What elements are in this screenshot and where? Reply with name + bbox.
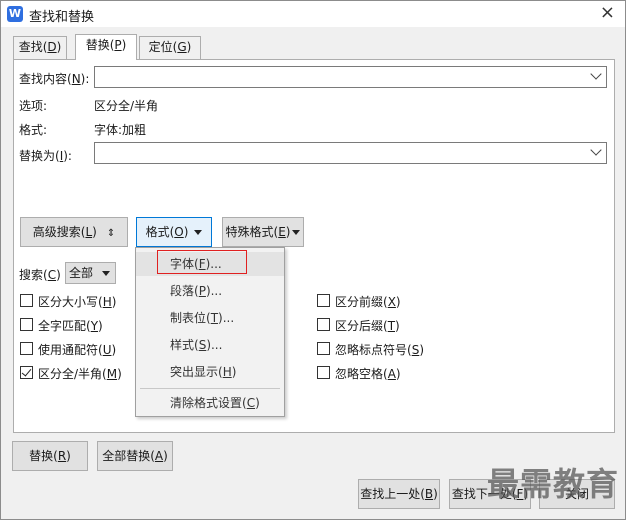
chevron-down-icon[interactable]	[590, 68, 602, 80]
replace-label: 替换为(I):	[19, 149, 72, 163]
ignore-punctuation-label: 忽略标点符号(S)	[335, 343, 424, 357]
replace-panel: 查找内容(N): 选项: 区分全/半角 格式: 字体:加粗 替换为(I): 高级…	[13, 59, 615, 433]
find-input[interactable]	[94, 66, 607, 88]
find-label: 查找内容(N):	[19, 72, 90, 86]
wildcards-checkbox[interactable]	[20, 342, 33, 355]
replace-all-button[interactable]: 全部替换(A)	[97, 441, 173, 471]
tab-goto[interactable]: 定位(G)	[139, 36, 201, 59]
dropdown-arrow-icon	[194, 230, 203, 235]
search-scope-value: 全部	[69, 266, 94, 280]
menu-separator	[140, 388, 280, 389]
menu-item-paragraph[interactable]: 段落(P)...	[136, 279, 284, 303]
options-value: 区分全/半角	[94, 99, 159, 113]
search-scope-label: 搜索(C)	[19, 268, 61, 282]
match-suffix-label: 区分后缀(T)	[335, 319, 400, 333]
advanced-search-button[interactable]: 高级搜索(L) ⇕	[20, 217, 128, 247]
format-menu: 字体(F)... 段落(P)... 制表位(T)... 样式(S)... 突出显…	[135, 247, 285, 417]
menu-item-clear-formatting[interactable]: 清除格式设置(C)	[136, 391, 284, 415]
highlight-box	[157, 250, 247, 274]
match-case-label: 区分大小写(H)	[38, 295, 117, 309]
ignore-punctuation-checkbox[interactable]	[317, 342, 330, 355]
close-icon[interactable]: ×	[600, 3, 615, 23]
width-sensitive-label: 区分全/半角(M)	[38, 367, 122, 381]
wildcards-label: 使用通配符(U)	[38, 343, 117, 357]
match-suffix-checkbox[interactable]	[317, 318, 330, 331]
dropdown-arrow-icon	[292, 230, 301, 235]
whole-word-checkbox[interactable]	[20, 318, 33, 331]
replace-input[interactable]	[94, 142, 607, 164]
menu-item-tabs[interactable]: 制表位(T)...	[136, 306, 284, 330]
format-label: 格式:	[19, 123, 48, 137]
dialog-title: 查找和替换	[29, 10, 95, 25]
wps-logo-icon: W	[7, 6, 23, 22]
chevron-down-icon[interactable]	[590, 144, 602, 156]
dropdown-arrow-icon	[102, 271, 110, 276]
format-button[interactable]: 格式(O)	[136, 217, 212, 247]
watermark: 最需教育	[486, 465, 619, 503]
ignore-whitespace-label: 忽略空格(A)	[335, 367, 401, 381]
menu-item-highlight[interactable]: 突出显示(H)	[136, 360, 284, 384]
search-scope-select[interactable]: 全部	[65, 262, 116, 284]
options-label: 选项:	[19, 99, 48, 113]
match-prefix-label: 区分前缀(X)	[335, 295, 401, 309]
collapse-arrows-icon: ⇕	[106, 228, 116, 239]
match-prefix-checkbox[interactable]	[317, 294, 330, 307]
menu-item-style[interactable]: 样式(S)...	[136, 333, 284, 357]
tab-replace[interactable]: 替换(P)	[75, 34, 137, 60]
replace-button[interactable]: 替换(R)	[12, 441, 88, 471]
whole-word-label: 全字匹配(Y)	[38, 319, 103, 333]
format-value: 字体:加粗	[94, 123, 147, 137]
find-previous-button[interactable]: 查找上一处(B)	[358, 479, 440, 509]
find-replace-dialog: W 查找和替换 × 查找(D) 替换(P) 定位(G) 查找内容(N): 选项:…	[0, 0, 626, 520]
special-format-button[interactable]: 特殊格式(E)	[222, 217, 304, 247]
width-sensitive-checkbox[interactable]	[20, 366, 33, 379]
title-bar: W 查找和替换 ×	[1, 1, 625, 27]
tab-find[interactable]: 查找(D)	[13, 36, 67, 59]
match-case-checkbox[interactable]	[20, 294, 33, 307]
ignore-whitespace-checkbox[interactable]	[317, 366, 330, 379]
